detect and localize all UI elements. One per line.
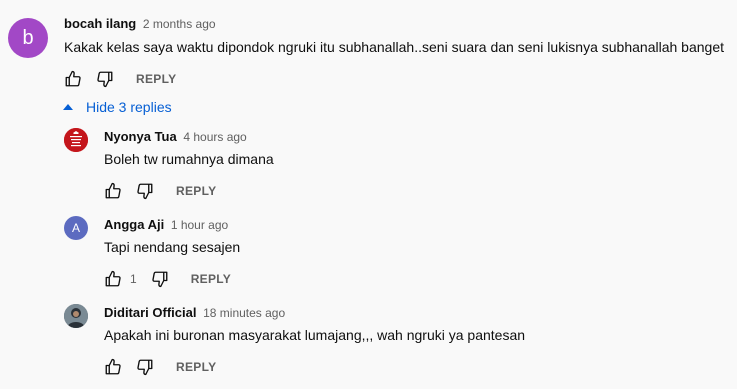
like-button[interactable]	[64, 70, 82, 88]
thumbs-down-icon	[137, 183, 153, 200]
like-button[interactable]	[104, 182, 122, 200]
comment-actions: REPLY	[64, 67, 176, 91]
reply-time[interactable]: 1 hour ago	[171, 218, 228, 232]
reply-button[interactable]: REPLY	[191, 272, 231, 286]
avatar-letter: b	[22, 26, 34, 49]
thumbs-down-icon	[152, 271, 168, 288]
dislike-button[interactable]	[151, 270, 169, 288]
reply-header: Nyonya Tua 4 hours ago	[104, 129, 247, 144]
hide-replies-label: Hide 3 replies	[86, 99, 172, 115]
reply-text: Apakah ini buronan masyarakat lumajang,,…	[104, 327, 526, 343]
reply-author[interactable]: Nyonya Tua	[104, 129, 177, 144]
thumbs-up-icon	[105, 358, 121, 375]
caret-up-icon	[63, 104, 73, 110]
reply-time[interactable]: 4 hours ago	[183, 130, 246, 144]
thumbs-up-icon	[105, 182, 121, 199]
dislike-button[interactable]	[136, 358, 154, 376]
reply-header: Angga Aji 1 hour ago	[104, 217, 228, 232]
keep-calm-avatar-image	[64, 128, 88, 152]
thumbs-up-icon	[105, 270, 121, 287]
comment-author[interactable]: bocah ilang	[64, 16, 136, 31]
profile-photo-avatar-image	[64, 304, 88, 328]
reply-button[interactable]: REPLY	[176, 360, 216, 374]
avatar[interactable]	[64, 128, 88, 152]
reply-button[interactable]: REPLY	[176, 184, 216, 198]
reply-actions: REPLY	[104, 355, 216, 379]
thumbs-down-icon	[137, 359, 153, 376]
reply-author[interactable]: Diditari Official	[104, 305, 196, 320]
thumbs-up-icon	[65, 70, 81, 87]
hide-replies-toggle[interactable]: Hide 3 replies	[63, 98, 172, 116]
reply-author[interactable]: Angga Aji	[104, 217, 164, 232]
avatar[interactable]: b	[8, 18, 48, 58]
dislike-button[interactable]	[96, 70, 114, 88]
reply-header: Diditari Official 18 minutes ago	[104, 305, 285, 320]
avatar[interactable]	[64, 304, 88, 328]
like-button[interactable]	[104, 270, 122, 288]
like-button[interactable]	[104, 358, 122, 376]
dislike-button[interactable]	[136, 182, 154, 200]
avatar-letter: A	[71, 221, 80, 235]
reply-actions: 1 REPLY	[104, 267, 231, 291]
reply-button[interactable]: REPLY	[136, 72, 176, 86]
comment-header: bocah ilang 2 months ago	[64, 16, 216, 31]
thumbs-down-icon	[97, 71, 113, 88]
avatar[interactable]: A	[64, 216, 88, 240]
reply-actions: REPLY	[104, 179, 216, 203]
like-count: 1	[130, 272, 137, 286]
comment-time[interactable]: 2 months ago	[143, 17, 216, 31]
reply-time[interactable]: 18 minutes ago	[203, 306, 285, 320]
reply-text: Tapi nendang sesajen	[104, 239, 241, 255]
reply-text: Boleh tw rumahnya dimana	[104, 151, 274, 167]
comment-text: Kakak kelas saya waktu dipondok ngruki i…	[64, 39, 724, 55]
